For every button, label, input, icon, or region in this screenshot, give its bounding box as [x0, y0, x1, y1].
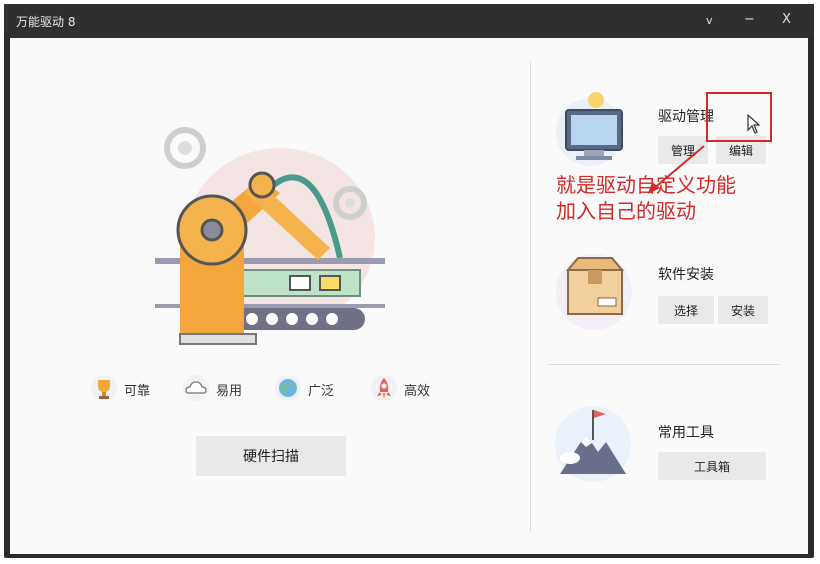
hardware-scan-button[interactable]: 硬件扫描: [196, 436, 346, 476]
rocket-icon: [371, 375, 397, 401]
feature-label: 易用: [216, 384, 243, 399]
install-button[interactable]: 安装: [718, 296, 768, 324]
dropdown-button[interactable]: v: [706, 14, 713, 27]
mountain-flag-illustration: [555, 406, 631, 482]
horizontal-divider: [548, 364, 780, 365]
minimize-button[interactable]: −: [744, 12, 755, 27]
feature-label: 广泛: [308, 384, 335, 399]
cloud-icon: [183, 375, 209, 401]
trophy-icon: [91, 375, 117, 401]
select-button[interactable]: 选择: [658, 296, 714, 324]
annotation-text: 就是驱动自定义功能 加入自己的驱动: [556, 172, 736, 224]
vertical-divider: [530, 62, 531, 532]
feature-label: 高效: [404, 384, 431, 399]
feature-label: 可靠: [124, 384, 151, 399]
robot-arm-illustration: [155, 127, 385, 345]
annotation-line: 就是驱动自定义功能: [556, 173, 736, 197]
monitor-illustration: [556, 92, 624, 166]
common-tools-title: 常用工具: [658, 425, 714, 441]
highlight-box: [706, 92, 772, 142]
app-window: 万能驱动 8 v − X 可靠 易用 广泛 高效 硬件扫描 驱动管理 管理 编辑…: [4, 4, 814, 558]
mouse-cursor-icon: [747, 114, 761, 134]
annotation-line: 加入自己的驱动: [556, 199, 696, 223]
close-button[interactable]: X: [782, 12, 791, 27]
globe-icon: [275, 375, 301, 401]
main-content: 可靠 易用 广泛 高效 硬件扫描 驱动管理 管理 编辑 软件安装 选择 安装 常…: [10, 38, 808, 554]
title-bar[interactable]: 万能驱动 8 v − X: [4, 4, 814, 38]
package-box-illustration: [556, 254, 632, 330]
window-title: 万能驱动 8: [16, 15, 76, 29]
software-install-title: 软件安装: [658, 267, 714, 283]
toolbox-button[interactable]: 工具箱: [658, 452, 766, 480]
